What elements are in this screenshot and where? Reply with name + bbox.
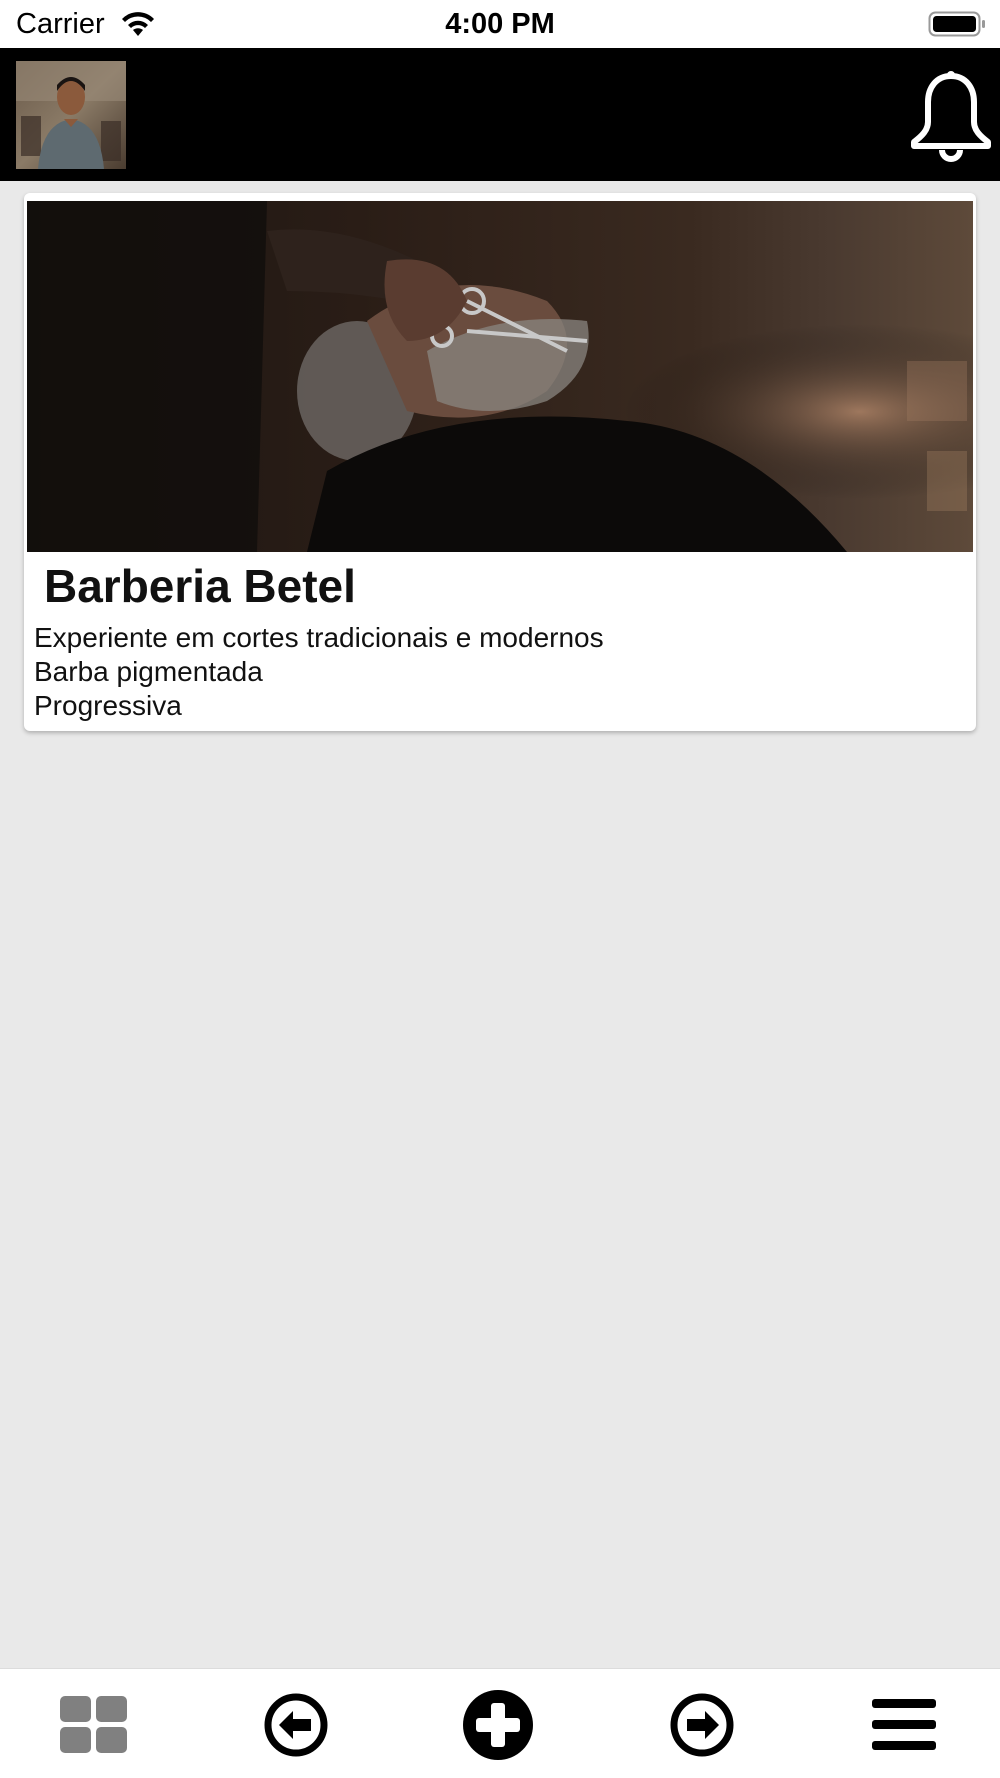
barber-photo — [27, 201, 973, 552]
bottom-nav — [0, 1668, 1000, 1778]
battery-icon — [928, 11, 985, 37]
menu-button[interactable] — [866, 1687, 942, 1763]
card-line: Experiente em cortes tradicionais e mode… — [34, 622, 604, 653]
arrow-left-circle-icon — [264, 1693, 328, 1757]
card-line: Progressiva — [34, 690, 182, 721]
grid-icon — [60, 1696, 127, 1753]
barbershop-card[interactable]: Barberia Betel Experiente em cortes trad… — [24, 193, 976, 731]
card-line: Barba pigmentada — [34, 656, 263, 687]
card-title: Barberia Betel — [44, 560, 356, 612]
plus-circle-icon — [463, 1690, 533, 1760]
forward-button[interactable] — [664, 1687, 740, 1763]
add-button[interactable] — [460, 1687, 536, 1763]
status-bar: Carrier 4:00 PM — [0, 0, 1000, 48]
avatar[interactable] — [16, 61, 126, 169]
menu-icon — [872, 1699, 936, 1750]
bell-icon[interactable] — [910, 70, 992, 162]
arrow-right-circle-icon — [670, 1693, 734, 1757]
status-time: 4:00 PM — [445, 8, 555, 40]
back-button[interactable] — [258, 1687, 334, 1763]
card-description: Experiente em cortes tradicionais e mode… — [34, 621, 604, 723]
grid-button[interactable] — [56, 1687, 132, 1763]
app-header — [0, 48, 1000, 181]
